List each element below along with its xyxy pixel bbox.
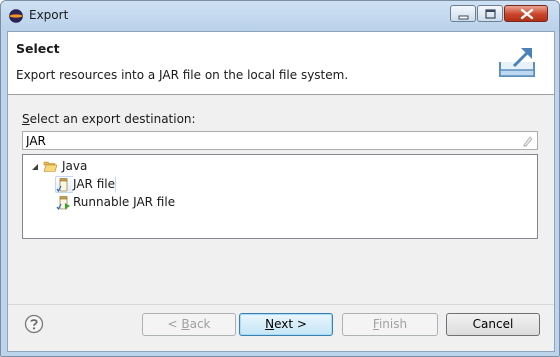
back-label: ack	[189, 317, 211, 331]
page-title: Select	[16, 41, 60, 56]
close-window-button[interactable]	[504, 5, 548, 22]
cancel-button[interactable]: Cancel	[446, 313, 540, 336]
back-prefix: <	[167, 317, 182, 331]
minimize-button[interactable]	[450, 5, 476, 22]
button-bar-divider	[8, 304, 554, 305]
dialog-body: Select Export resources into a JAR file …	[7, 31, 555, 352]
tree-item-jar-file[interactable]: JAR file	[55, 176, 117, 193]
page-description: Export resources into a JAR file on the …	[16, 68, 349, 82]
filter-field[interactable]	[22, 131, 538, 150]
maximize-button[interactable]	[477, 5, 503, 22]
export-dialog: Export Select Export resources into a JA…	[0, 0, 560, 357]
label-mnemonic: S	[22, 112, 30, 126]
destination-label: Select an export destination:	[22, 112, 196, 126]
next-mnemonic: N	[265, 317, 275, 331]
tree-item-label: Runnable JAR file	[73, 195, 176, 209]
window-title: Export	[29, 8, 69, 22]
runnable-jar-icon	[56, 196, 70, 210]
finish-label: inish	[378, 317, 408, 331]
label-text: elect an export destination:	[29, 112, 196, 126]
next-label: ext >	[274, 317, 307, 331]
eclipse-logo-icon	[9, 9, 23, 23]
back-mnemonic: B	[181, 317, 190, 331]
export-wizard-icon	[499, 48, 535, 77]
expanded-arrow-icon[interactable]	[31, 163, 39, 171]
wizard-header: Select Export resources into a JAR file …	[8, 32, 554, 95]
clear-filter-icon[interactable]	[521, 134, 533, 147]
jar-file-icon	[56, 178, 68, 192]
folder-open-icon	[43, 161, 58, 172]
tree-item-runnable-jar-file[interactable]: Runnable JAR file	[55, 194, 205, 211]
title-bar[interactable]: Export	[1, 1, 559, 31]
next-button[interactable]: Next >	[239, 313, 333, 336]
filter-input[interactable]	[26, 133, 516, 148]
back-button[interactable]: < Back	[142, 313, 236, 336]
finish-button[interactable]: Finish	[342, 313, 438, 336]
tree-item-java[interactable]: Java	[31, 158, 151, 175]
minimize-icon	[458, 15, 469, 20]
tree-item-label: JAR file	[73, 176, 115, 193]
tree-item-label: Java	[62, 159, 88, 173]
destination-tree[interactable]: Java JAR file Runnable JAR file	[22, 154, 538, 239]
close-icon	[520, 8, 534, 20]
help-icon[interactable]	[24, 314, 44, 334]
maximize-icon	[485, 9, 496, 19]
